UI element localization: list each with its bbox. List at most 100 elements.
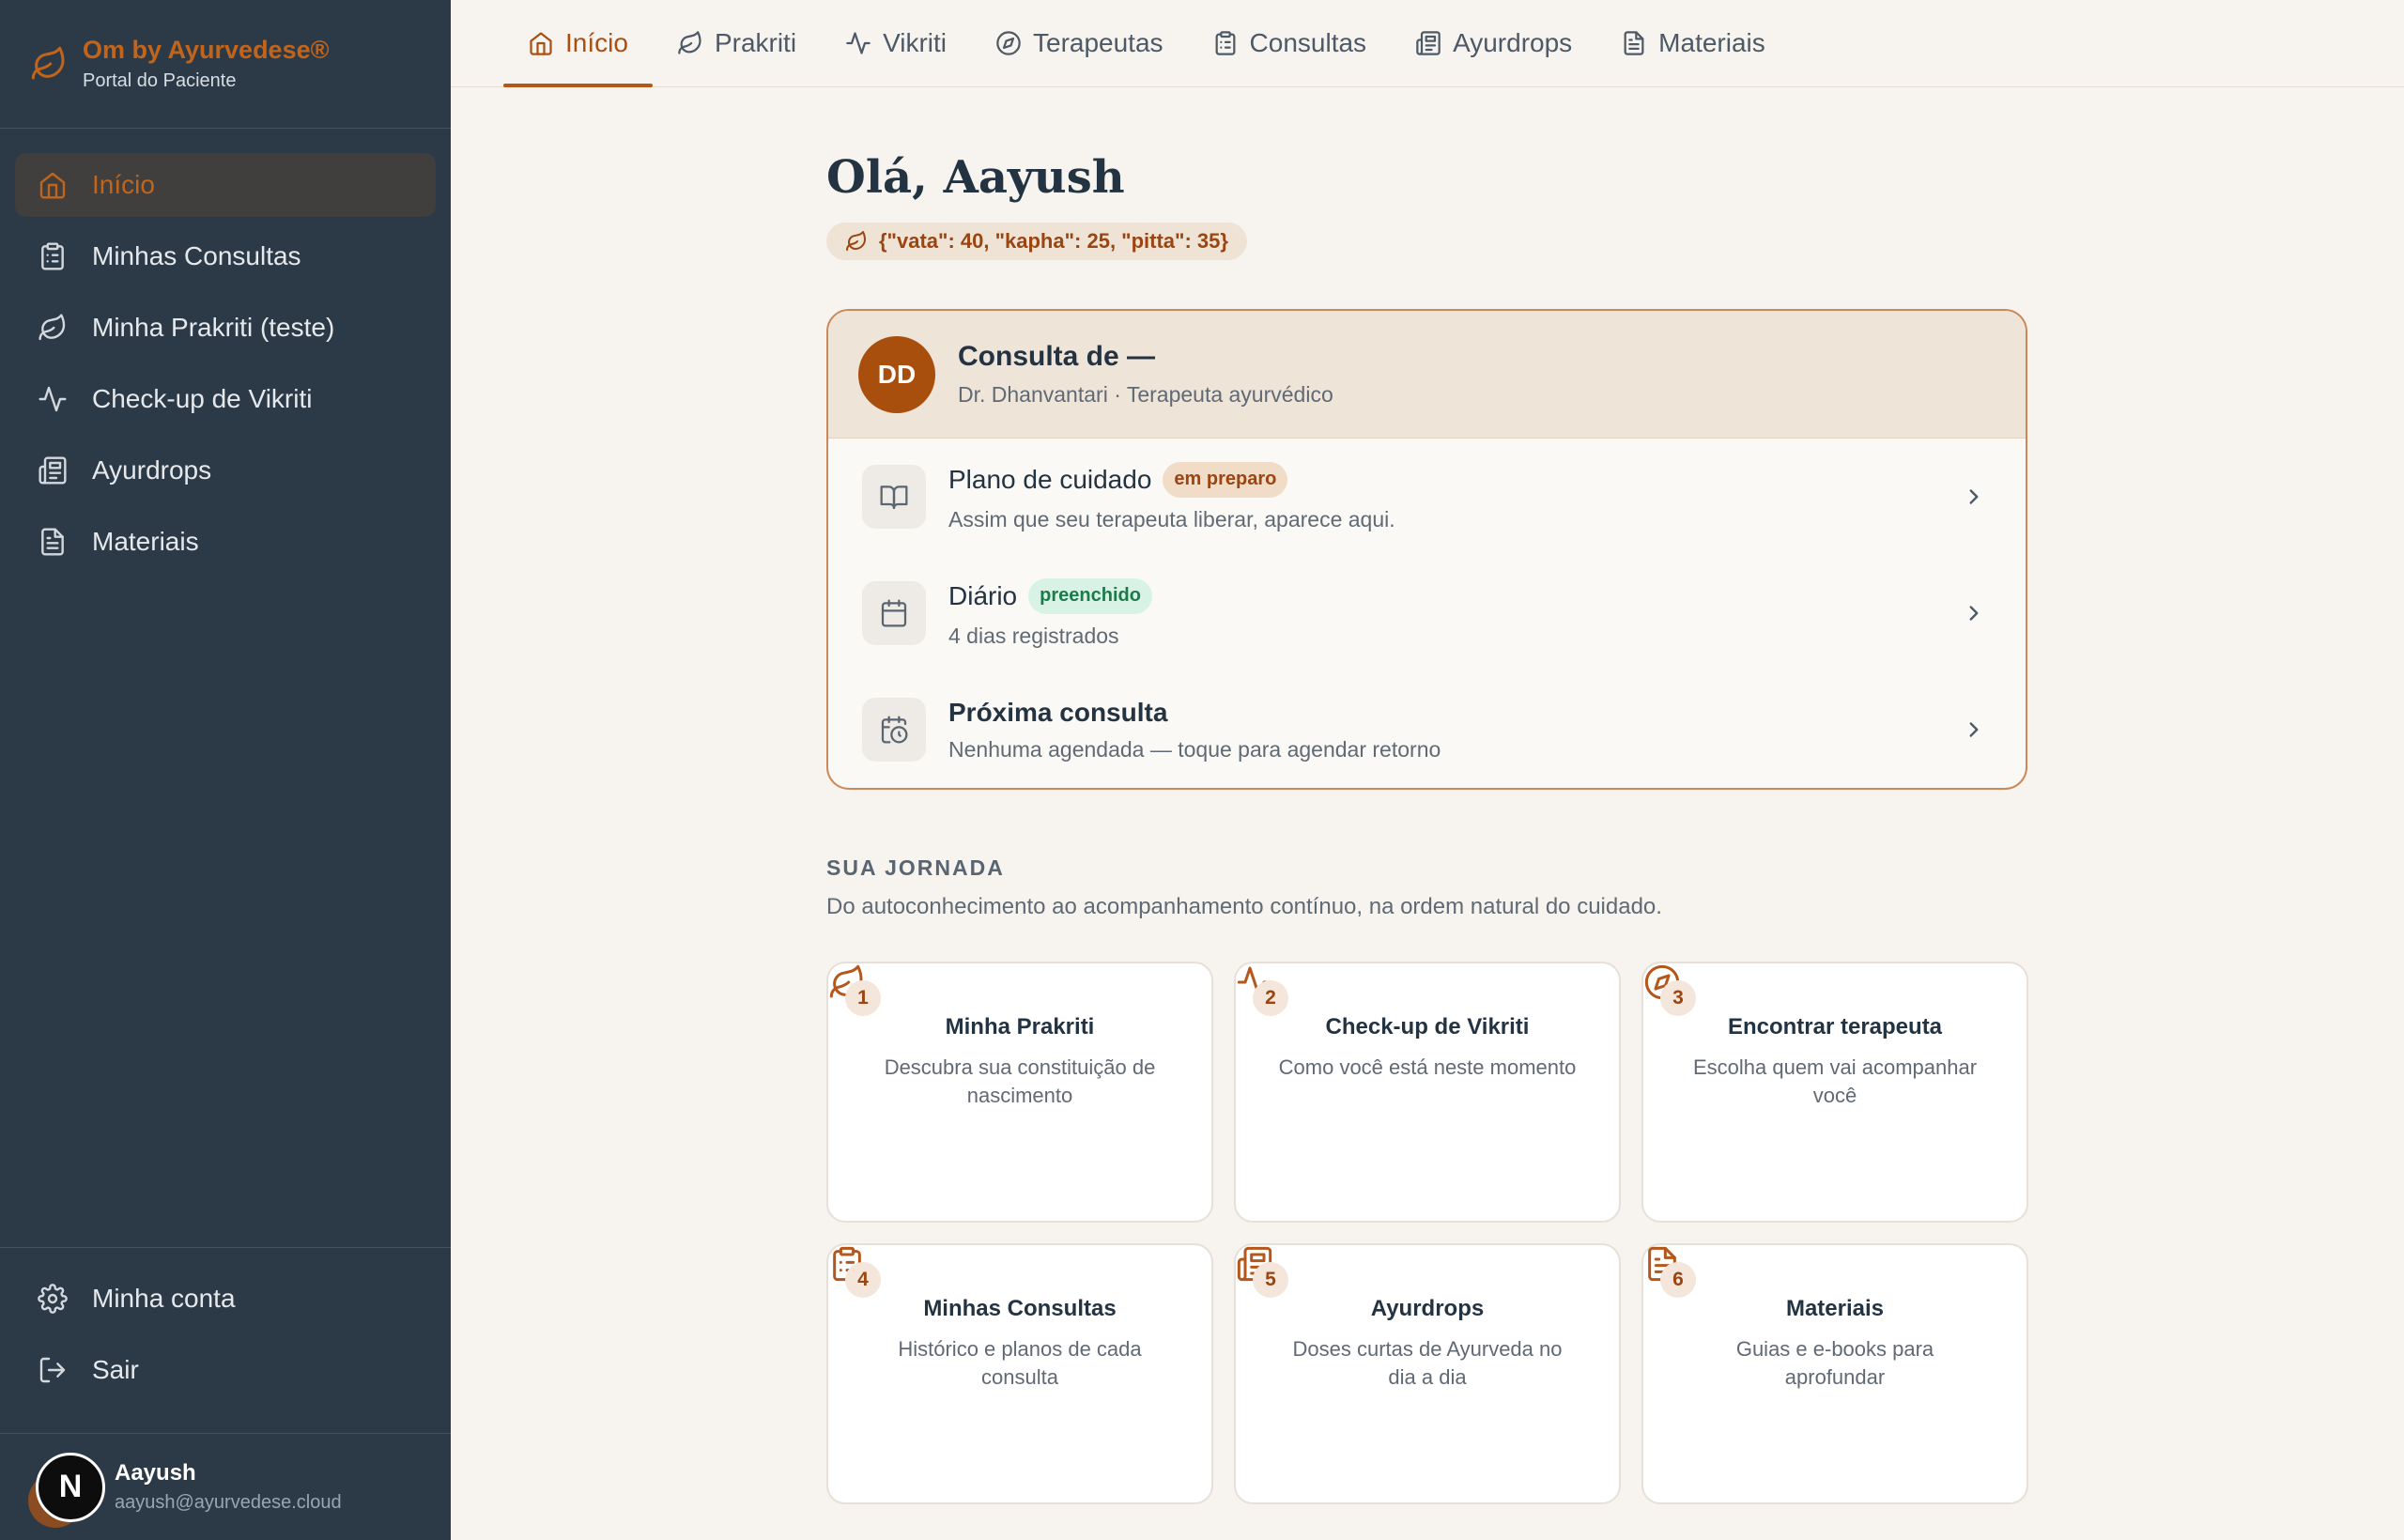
sidebar-item-label: Check-up de Vikriti	[92, 384, 313, 413]
journey-card-terapeuta[interactable]: 3 Encontrar terapeuta Escolha quem vai a…	[1641, 962, 2028, 1223]
consultation-card: DD Consulta de — Dr. Dhanvantari · Terap…	[826, 309, 2027, 790]
tab-inicio[interactable]: Início	[503, 0, 653, 87]
tab-vikriti[interactable]: Vikriti	[821, 0, 971, 86]
journey-subtitle: Do autoconhecimento ao acompanhamento co…	[826, 894, 1662, 919]
sidebar-item-label: Início	[92, 170, 155, 199]
step-title: Check-up de Vikriti	[1325, 1014, 1530, 1040]
sidebar-item-vikriti[interactable]: Check-up de Vikriti	[15, 367, 436, 431]
home-icon	[38, 170, 68, 200]
logout-icon	[38, 1355, 68, 1385]
row-icon-box	[862, 465, 926, 529]
care-plan-row[interactable]: Plano de cuidado em preparo Assim que se…	[828, 439, 2026, 555]
brand-subtitle: Portal do Paciente	[83, 70, 237, 91]
sidebar-item-materiais[interactable]: Materiais	[15, 510, 436, 574]
sidebar-item-inicio[interactable]: Início	[15, 153, 436, 217]
book-icon	[879, 482, 909, 512]
main-content: Olá, Aayush {"vata": 40, "kapha": 25, "p…	[826, 87, 2028, 1504]
sidebar-bottom: Minha conta Sair	[0, 1247, 451, 1409]
diary-title: Diário	[948, 580, 1018, 610]
leaf-icon	[38, 313, 68, 343]
step-title: Materiais	[1785, 1296, 1885, 1321]
leaf-icon	[677, 30, 703, 56]
row-icon-box	[862, 698, 926, 762]
journey-card-consultas[interactable]: 4 Minhas Consultas Histórico e planos de…	[826, 1243, 1213, 1504]
newspaper-icon	[1236, 1245, 1619, 1283]
step-title: Ayurdrops	[1370, 1296, 1485, 1321]
journey-heading: SUA JORNADA	[826, 855, 1005, 880]
sidebar-item-prakriti[interactable]: Minha Prakriti (teste)	[15, 296, 436, 360]
brand-title: Om by Ayurvedese®	[83, 36, 330, 64]
tab-label: Terapeutas	[1033, 27, 1163, 57]
journey-grid: 1 Minha Prakriti Descubra sua constituiç…	[826, 962, 2028, 1504]
journey-card-vikriti[interactable]: 2 Check-up de Vikriti Como você está nes…	[1234, 962, 1621, 1223]
sidebar-item-sair[interactable]: Sair	[15, 1338, 436, 1402]
clipboard-icon	[828, 1245, 1211, 1283]
newspaper-icon	[38, 455, 68, 485]
clipboard-icon	[38, 241, 68, 271]
compass-icon	[1643, 963, 2026, 1001]
sidebar: Om by Ayurvedese® Portal do Paciente Iní…	[0, 0, 451, 1540]
activity-icon	[845, 30, 871, 56]
document-icon	[1643, 1245, 2026, 1283]
tab-label: Prakriti	[714, 27, 797, 57]
tab-ayurdrops[interactable]: Ayurdrops	[1391, 0, 1596, 86]
tab-label: Ayurdrops	[1453, 27, 1573, 57]
home-icon	[528, 30, 554, 56]
diary-row[interactable]: Diário preenchido 4 dias registrados	[828, 555, 2026, 671]
brand[interactable]: Om by Ayurvedese® Portal do Paciente	[0, 0, 451, 129]
journey-card-prakriti[interactable]: 1 Minha Prakriti Descubra sua constituiç…	[826, 962, 1213, 1223]
tab-label: Vikriti	[883, 27, 947, 57]
next-consultation-subtitle: Nenhuma agendada — toque para agendar re…	[948, 736, 1441, 762]
leaf-icon	[30, 45, 68, 83]
step-title: Minhas Consultas	[923, 1296, 1117, 1321]
tab-prakriti[interactable]: Prakriti	[653, 0, 821, 86]
next-consultation-title: Próxima consulta	[948, 697, 1168, 727]
sidebar-item-minha-conta[interactable]: Minha conta	[15, 1267, 436, 1331]
care-plan-title: Plano de cuidado	[948, 464, 1152, 494]
sidebar-item-consultas[interactable]: Minhas Consultas	[15, 224, 436, 288]
chevron-right-icon	[1962, 717, 1986, 742]
document-icon	[38, 527, 68, 557]
clipboard-icon	[1212, 30, 1239, 56]
newspaper-icon	[1415, 30, 1441, 56]
tab-label: Materiais	[1658, 27, 1765, 57]
sidebar-item-label: Ayurdrops	[92, 455, 212, 485]
user-profile[interactable]: N Aayush aayush@ayurvedese.cloud	[0, 1433, 451, 1540]
document-icon	[1621, 30, 1647, 56]
sidebar-item-label: Minhas Consultas	[92, 241, 301, 270]
leaf-icon	[828, 963, 1211, 1001]
leaf-icon	[845, 230, 868, 253]
dosha-badge: {"vata": 40, "kapha": 25, "pitta": 35}	[826, 223, 1247, 260]
activity-icon	[1236, 963, 1619, 1001]
step-description: Descubra sua constituição de nascimento	[884, 1055, 1156, 1107]
tab-consultas[interactable]: Consultas	[1188, 0, 1392, 86]
tab-terapeutas[interactable]: Terapeutas	[971, 0, 1188, 86]
calendar-icon	[879, 598, 909, 628]
step-description: Como você está neste momento	[1278, 1055, 1577, 1079]
therapist-avatar: DD	[858, 335, 935, 413]
sidebar-item-label: Minha conta	[92, 1284, 236, 1313]
avatar: N	[28, 1452, 105, 1528]
sidebar-item-label: Materiais	[92, 527, 199, 556]
step-title: Encontrar terapeuta	[1727, 1014, 1943, 1040]
calendar-clock-icon	[879, 715, 909, 745]
journey-card-materiais[interactable]: 6 Materiais Guias e e-books para aprofun…	[1641, 1243, 2028, 1504]
step-number: 2	[1253, 980, 1288, 1016]
chevron-right-icon	[1962, 485, 1986, 509]
status-badge: preenchido	[1028, 578, 1152, 614]
compass-icon	[995, 30, 1022, 56]
tab-materiais[interactable]: Materiais	[1596, 0, 1790, 86]
journey-card-ayurdrops[interactable]: 5 Ayurdrops Doses curtas de Ayurveda no …	[1234, 1243, 1621, 1504]
gear-icon	[38, 1284, 68, 1314]
sidebar-item-label: Minha Prakriti (teste)	[92, 313, 335, 342]
sidebar-item-ayurdrops[interactable]: Ayurdrops	[15, 439, 436, 502]
activity-icon	[38, 384, 68, 414]
step-number: 4	[845, 1262, 881, 1298]
step-title: Minha Prakriti	[945, 1014, 1095, 1040]
care-plan-subtitle: Assim que seu terapeuta liberar, aparece…	[948, 506, 1395, 531]
tab-label: Início	[565, 27, 628, 57]
next-consultation-row[interactable]: Próxima consulta Nenhuma agendada — toqu…	[828, 671, 2026, 788]
avatar-letter: N	[36, 1452, 105, 1522]
status-badge: em preparo	[1163, 461, 1288, 498]
step-description: Doses curtas de Ayurveda no dia a dia	[1292, 1337, 1563, 1389]
